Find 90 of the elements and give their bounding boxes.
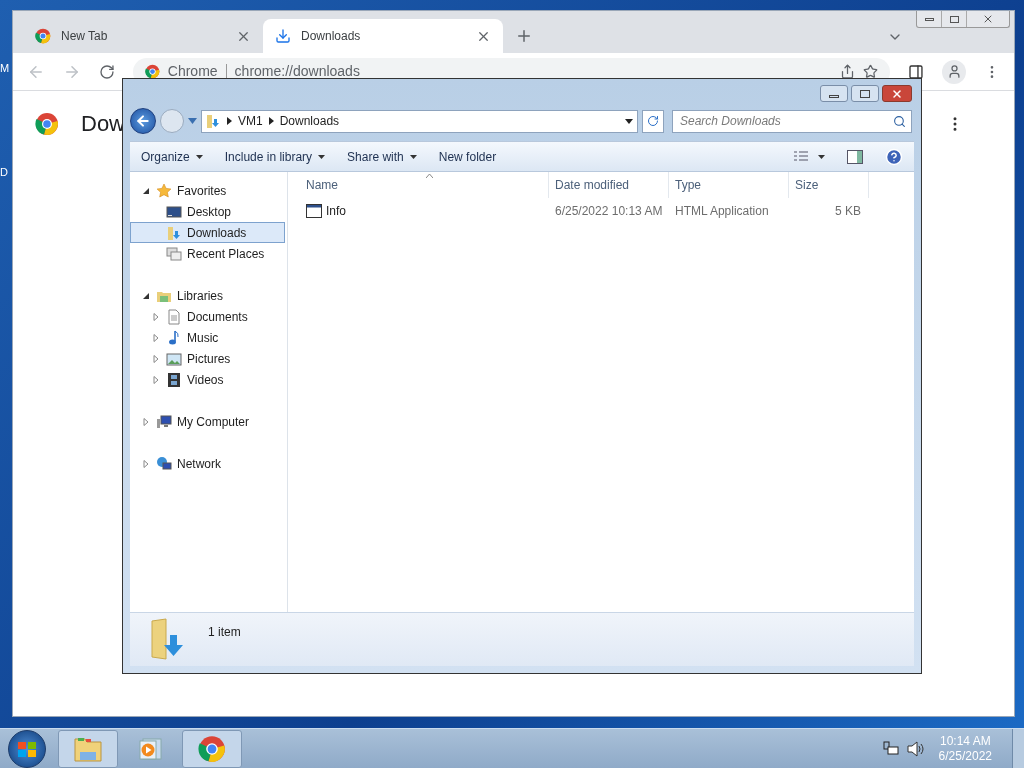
refresh-button[interactable]	[642, 109, 664, 133]
windows-logo-icon	[17, 739, 37, 758]
desktop-icon	[166, 203, 182, 220]
bookmark-star-icon[interactable]	[863, 64, 879, 79]
expand-arrow-icon[interactable]	[152, 312, 160, 321]
toolbar-button[interactable]: New folder	[438, 147, 497, 166]
nav-item[interactable]: Downloads	[130, 222, 285, 243]
toolbar-button[interactable]: Share with	[347, 147, 417, 166]
browser-tab[interactable]: Downloads	[263, 19, 503, 53]
toolbar-button[interactable]: Include in library	[224, 147, 326, 166]
media-player-icon	[137, 735, 163, 762]
nav-item[interactable]: Videos	[130, 369, 285, 390]
expand-arrow-icon[interactable]	[152, 354, 160, 363]
nav-item[interactable]: Network	[130, 453, 285, 474]
back-button[interactable]	[130, 108, 156, 134]
network-icon	[156, 455, 172, 472]
chrome-icon	[198, 734, 226, 763]
search-field[interactable]: Search Downloads	[672, 109, 912, 133]
view-options-icon[interactable]	[794, 151, 825, 162]
help-icon[interactable]	[885, 147, 903, 166]
breadcrumb-arrow-icon[interactable]	[227, 117, 232, 125]
breadcrumb-item[interactable]: VM1	[238, 112, 263, 130]
close-button[interactable]	[882, 85, 912, 102]
nav-item[interactable]: Recent Places	[130, 243, 285, 264]
expand-arrow-icon[interactable]	[152, 375, 160, 384]
expand-arrow-icon[interactable]	[142, 459, 150, 468]
speaker-icon[interactable]	[906, 740, 925, 757]
side-panel-icon[interactable]	[908, 63, 925, 80]
dropdown-caret-icon	[195, 154, 203, 159]
minimize-button[interactable]	[820, 85, 848, 102]
table-cell-text: 5 KB	[834, 203, 862, 220]
network-icon[interactable]	[882, 740, 899, 757]
column-header[interactable]: Size	[789, 172, 869, 198]
column-header[interactable]: Name	[288, 172, 549, 198]
file-name: Info	[326, 203, 346, 220]
start-button[interactable]	[8, 729, 46, 768]
folder-download-icon	[150, 617, 186, 661]
film-icon	[166, 371, 182, 388]
folder-download-icon	[205, 113, 221, 129]
maximize-button[interactable]	[851, 85, 879, 102]
show-desktop-button[interactable]	[1012, 728, 1024, 768]
picture-icon	[166, 350, 182, 367]
new-tab-icon[interactable]	[515, 27, 533, 45]
chrome-icon	[144, 64, 160, 79]
music-note-icon	[166, 329, 182, 346]
application-window-icon	[306, 204, 322, 218]
nav-item[interactable]: Favorites	[130, 180, 285, 201]
column-header[interactable]: Date modified	[549, 172, 669, 198]
nav-item[interactable]: My Computer	[130, 411, 285, 432]
browser-tab[interactable]: New Tab	[23, 19, 263, 53]
nav-item[interactable]: Pictures	[130, 348, 285, 369]
dropdown-caret-icon	[409, 154, 417, 159]
chrome-icon	[35, 28, 51, 44]
computer-icon	[156, 413, 172, 430]
table-cell-text: HTML Application	[674, 203, 770, 220]
expand-arrow-icon[interactable]	[152, 333, 160, 342]
toolbar-button[interactable]: Organize	[141, 147, 203, 166]
folder-download-icon	[166, 224, 182, 241]
breadcrumb-item[interactable]: Downloads	[279, 112, 340, 130]
taskbar-button[interactable]	[182, 729, 242, 768]
dropdown-arrow-icon[interactable]	[625, 118, 633, 124]
download-icon	[275, 28, 291, 44]
collapse-arrow-icon[interactable]	[142, 291, 150, 300]
nav-item[interactable]: Documents	[130, 306, 285, 327]
address-bar[interactable]: VM1 Downloads	[201, 109, 638, 133]
close-icon	[982, 13, 994, 25]
status-text: 1 item	[208, 624, 241, 641]
close-icon	[891, 87, 903, 100]
column-header[interactable]: Type	[669, 172, 789, 198]
share-icon[interactable]	[840, 64, 856, 79]
nav-item[interactable]: Music	[130, 327, 285, 348]
search-icon[interactable]	[893, 114, 906, 128]
desktop-icon-label: M	[0, 61, 10, 76]
desktop-icon-label: D	[0, 165, 8, 180]
star-icon	[156, 182, 172, 199]
recent-places-icon	[166, 245, 182, 262]
refresh-icon	[647, 115, 659, 127]
dropdown-caret-icon	[318, 154, 326, 159]
profile-avatar[interactable]	[942, 59, 967, 84]
document-icon	[166, 308, 182, 325]
preview-pane-icon[interactable]	[847, 149, 863, 164]
table-cell-text: 6/25/2022 10:13 AM	[554, 203, 664, 220]
reload-icon[interactable]	[98, 63, 115, 80]
nav-item[interactable]: Desktop	[130, 201, 285, 222]
collapse-arrow-icon[interactable]	[142, 186, 150, 195]
nav-item[interactable]: Libraries	[130, 285, 285, 306]
breadcrumb-arrow-icon[interactable]	[268, 117, 274, 125]
file-row[interactable]: Info 6/25/2022 10:13 AM HTML Application 5 KB	[288, 200, 914, 222]
chrome-logo-icon	[35, 111, 59, 136]
expand-arrow-icon[interactable]	[142, 417, 150, 426]
